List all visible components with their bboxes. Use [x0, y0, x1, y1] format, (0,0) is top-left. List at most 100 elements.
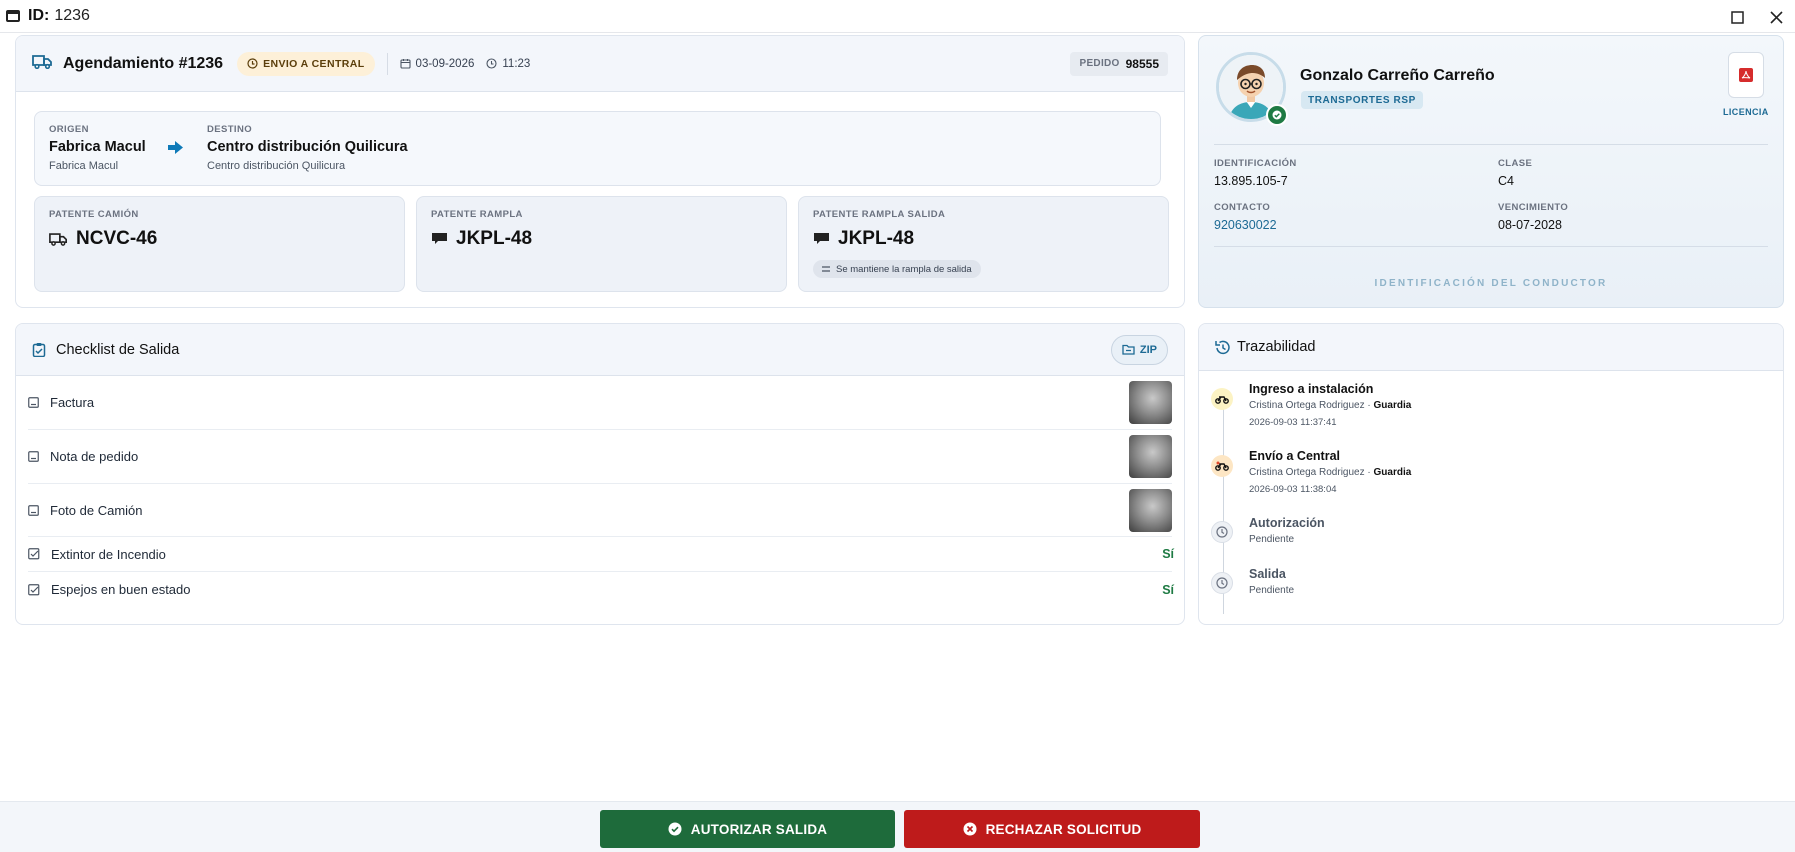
window-icon [6, 10, 20, 22]
photo-thumbnail[interactable] [1129, 435, 1172, 478]
license-pdf-button[interactable] [1728, 52, 1764, 98]
order-value: 98555 [1125, 56, 1159, 71]
action-bar: AUTORIZAR SALIDA RECHAZAR SOLICITUD [0, 801, 1795, 852]
origin-sub: Fabrica Macul [49, 160, 119, 172]
driver-name: Gonzalo Carreño Carreño [1300, 67, 1495, 84]
checklist-check-row: Extintor de Incendio Sí [28, 537, 1174, 572]
clock-icon [247, 58, 258, 69]
history-icon [1215, 340, 1230, 354]
destination-sub: Centro distribución Quilicura [207, 160, 346, 172]
checklist-photo-row[interactable]: Foto de Camión [28, 484, 1172, 537]
event-date: 2026-09-03 11:38:04 [1249, 484, 1337, 495]
check-circle-icon [668, 822, 682, 836]
divider [1214, 144, 1768, 145]
window-id-label: ID: [28, 7, 50, 24]
checklist-item-label: Extintor de Incendio [51, 546, 166, 562]
image-icon [28, 451, 39, 462]
close-icon[interactable] [1765, 6, 1787, 28]
checklist-panel: Checklist de Salida ZIP Factura Nota de … [15, 323, 1185, 625]
authorize-exit-button[interactable]: AUTORIZAR SALIDA [600, 810, 895, 848]
schedule-date: 03-09-2026 [399, 58, 474, 70]
event-status: Pendiente [1249, 585, 1295, 596]
pending-clock-icon [1211, 572, 1233, 594]
image-icon [28, 504, 39, 516]
clock-icon [486, 58, 497, 69]
calendar-icon [399, 59, 411, 69]
checklist-item-label: Foto de Camión [50, 502, 143, 518]
truck-plate-label: PATENTE CAMIÓN [49, 209, 139, 220]
checkbox-icon [28, 583, 40, 595]
checklist-photo-row[interactable]: Factura [28, 376, 1172, 430]
arrow-right-icon [168, 141, 183, 159]
check-value: Sí [1162, 582, 1174, 597]
driver-contact-link[interactable]: 920630022 [1214, 218, 1277, 232]
reject-request-button[interactable]: RECHAZAR SOLICITUD [904, 810, 1200, 848]
driver-expiry-value: 08-07-2028 [1498, 218, 1562, 232]
driver-card: Gonzalo Carreño Carreño TRANSPORTES RSP … [1198, 35, 1784, 308]
authorize-exit-label: AUTORIZAR SALIDA [690, 821, 828, 837]
route-origin: ORIGEN Fabrica Macul Fabrica Macul [49, 124, 146, 172]
event-date: 2026-09-03 11:37:41 [1249, 417, 1337, 428]
event-title: Ingreso a instalación [1249, 382, 1374, 396]
schedule-panel: Agendamiento #1236 ENVIO A CENTRAL 03-09… [15, 35, 1185, 308]
truck-icon [32, 54, 53, 74]
motorcycle-icon [1211, 455, 1233, 477]
event-title: Autorización [1249, 516, 1325, 530]
trailer-icon [814, 233, 829, 244]
photo-thumbnail[interactable] [1129, 381, 1172, 424]
event-user: Cristina Ortega Rodriguez · Guardia [1249, 400, 1412, 411]
driver-id-label: IDENTIFICACIÓN [1214, 158, 1297, 169]
origin-name: Fabrica Macul [49, 139, 146, 155]
trace-event-pending: Autorización Pendiente [1199, 516, 1783, 561]
trace-header: Trazabilidad [1199, 324, 1783, 371]
checklist-title: Checklist de Salida [56, 341, 180, 358]
pending-clock-icon [1211, 521, 1233, 543]
x-circle-icon [963, 822, 977, 836]
window-id-value: 1236 [54, 7, 90, 24]
schedule-title: Agendamiento #1236 [63, 54, 224, 72]
zip-download-button[interactable]: ZIP [1110, 334, 1168, 365]
driver-class-value: C4 [1498, 174, 1514, 188]
verified-icon [1266, 104, 1288, 126]
order-label: PEDIDO [1079, 58, 1120, 69]
time-text: 11:23 [502, 57, 531, 70]
checklist-photo-row[interactable]: Nota de pedido [28, 430, 1172, 484]
trailer-icon [432, 233, 447, 244]
equal-icon [822, 266, 830, 272]
status-text: ENVIO A CENTRAL [263, 57, 365, 70]
trailer-plate-card: PATENTE RAMPLA JKPL-48 [416, 196, 787, 292]
image-icon [28, 397, 39, 408]
checklist-item-label: Espejos en buen estado [51, 582, 191, 597]
trailer-out-plate-label: PATENTE RAMPLA SALIDA [813, 209, 946, 220]
checklist-item-label: Factura [50, 395, 95, 410]
folder-icon [1122, 344, 1135, 355]
event-title: Envío a Central [1249, 449, 1340, 463]
driver-class-field: CLASE C4 [1498, 158, 1532, 188]
driver-class-label: CLASE [1498, 158, 1533, 169]
checklist-check-row: Espejos en buen estado Sí [28, 572, 1174, 607]
zip-label: ZIP [1139, 343, 1157, 356]
maximize-icon[interactable] [1726, 6, 1748, 28]
schedule-header: Agendamiento #1236 ENVIO A CENTRAL 03-09… [16, 36, 1184, 92]
trailer-plate-value: JKPL-48 [456, 228, 533, 249]
trailer-plate-label: PATENTE RAMPLA [431, 209, 523, 220]
origin-label: ORIGEN [49, 124, 89, 135]
destination-label: DESTINO [207, 124, 253, 135]
route-destination: DESTINO Centro distribución Quilicura Ce… [207, 124, 408, 172]
header-divider [386, 52, 388, 75]
clipboard-check-icon [32, 343, 46, 357]
trailer-out-plate-value: JKPL-48 [838, 228, 915, 249]
truck-icon [49, 233, 68, 246]
event-status: Pendiente [1249, 534, 1295, 545]
driver-id-field: IDENTIFICACIÓN 13.895.105-7 [1214, 158, 1297, 188]
license-label[interactable]: LICENCIA [1723, 107, 1769, 117]
reject-request-label: RECHAZAR SOLICITUD [985, 821, 1142, 837]
pdf-icon [1739, 68, 1753, 82]
trace-event: Ingreso a instalación Cristina Ortega Ro… [1199, 382, 1783, 442]
driver-contact-label: CONTACTO [1214, 202, 1271, 213]
photo-thumbnail[interactable] [1129, 488, 1172, 532]
driver-expiry-label: VENCIMIENTO [1498, 202, 1569, 213]
trace-event-pending: Salida Pendiente [1199, 567, 1783, 612]
checklist-header: Checklist de Salida ZIP [16, 324, 1184, 376]
driver-company-badge: TRANSPORTES RSP [1301, 91, 1423, 109]
